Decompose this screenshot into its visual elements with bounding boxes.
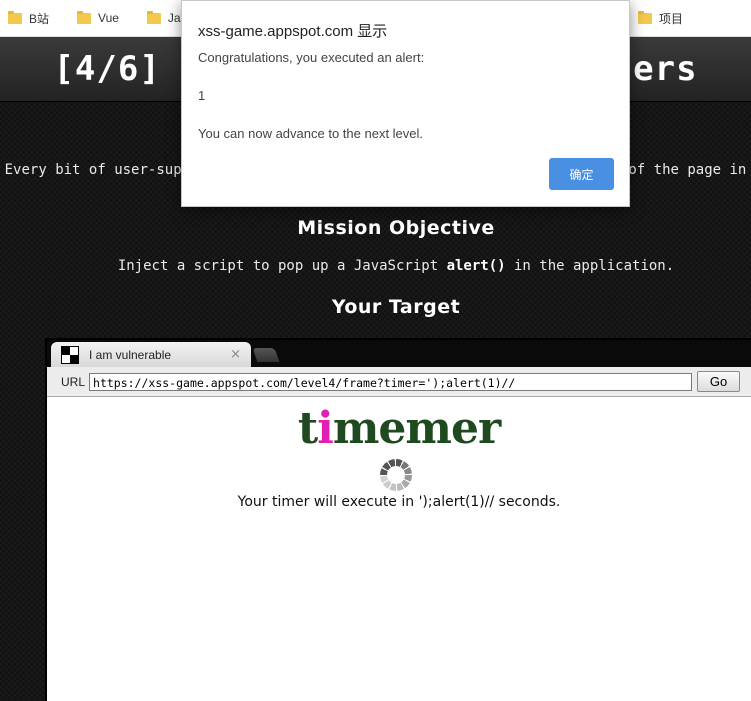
folder-icon bbox=[146, 10, 161, 24]
url-label: URL bbox=[61, 374, 86, 389]
dialog-message-value: 1 bbox=[198, 88, 206, 103]
dialog-title: xss-game.appspot.com 显示 bbox=[198, 23, 388, 40]
objective-code: alert() bbox=[446, 258, 506, 274]
bookmark-vue[interactable]: Vue bbox=[77, 10, 119, 25]
frame-viewport: timemer Your timer will execute in ');al… bbox=[47, 397, 751, 701]
logo-text-rest: memer bbox=[332, 403, 501, 454]
folder-icon bbox=[77, 10, 92, 24]
loading-spinner-icon bbox=[380, 459, 412, 491]
dialog-message-2: You can now advance to the next level. bbox=[198, 126, 424, 141]
bookmark-bilibili[interactable]: B站 bbox=[8, 10, 49, 27]
dialog-message-1: Congratulations, you executed an alert: bbox=[198, 50, 425, 65]
go-button[interactable]: Go bbox=[697, 371, 741, 392]
new-tab-button[interactable] bbox=[252, 348, 280, 362]
alert-dialog: xss-game.appspot.com 显示 Congratulations,… bbox=[181, 0, 630, 207]
bookmark-label: B站 bbox=[29, 11, 50, 26]
folder-icon bbox=[638, 10, 652, 24]
objective-text-after: in the application. bbox=[505, 258, 675, 274]
checkerboard-favicon-icon bbox=[61, 345, 79, 364]
mission-objective-heading: Mission Objective bbox=[297, 217, 495, 239]
embedded-browser: I am vulnerable × URL https://xss-game.a… bbox=[45, 338, 751, 701]
tab-label: I am vulnerable bbox=[89, 347, 172, 362]
logo-letter-i: i bbox=[317, 403, 334, 454]
url-input[interactable]: https://xss-game.appspot.com/level4/fram… bbox=[89, 372, 693, 391]
timemer-logo: timemer bbox=[47, 403, 751, 454]
bookmark-label: Vue bbox=[98, 11, 119, 25]
bookmark-projects[interactable]: 项目 bbox=[638, 10, 683, 27]
logo-letter-t: t bbox=[297, 403, 318, 454]
objective-text-before: Inject a script to pop up a JavaScript bbox=[117, 258, 447, 274]
bookmark-label: 项目 bbox=[659, 11, 684, 26]
folder-icon bbox=[8, 10, 22, 24]
tab-bar: I am vulnerable × bbox=[47, 340, 751, 367]
timer-message: Your timer will execute in ');alert(1)//… bbox=[237, 494, 561, 510]
close-icon[interactable]: × bbox=[230, 347, 241, 362]
your-target-heading: Your Target bbox=[331, 296, 461, 318]
url-bar: URL https://xss-game.appspot.com/level4/… bbox=[47, 367, 751, 397]
mission-objective-text: Inject a script to pop up a JavaScript a… bbox=[0, 258, 751, 274]
tab-i-am-vulnerable[interactable]: I am vulnerable × bbox=[51, 342, 251, 367]
ok-button[interactable]: 确定 bbox=[549, 158, 614, 190]
